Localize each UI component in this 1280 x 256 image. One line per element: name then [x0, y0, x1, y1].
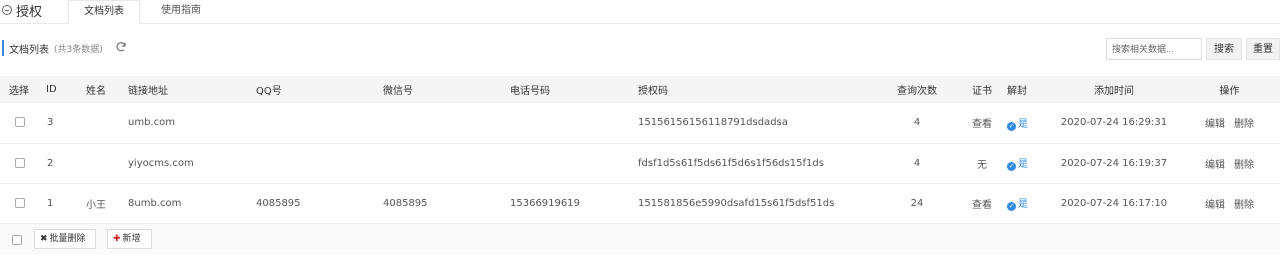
module-title-text: 授权: [16, 4, 43, 20]
panel-header: 文档列表 (共3条数据): [0, 38, 1280, 58]
edit-button[interactable]: 编辑: [1205, 160, 1225, 171]
authorization-table: 选择 ID 姓名 链接地址 QQ号 微信号 电话号码 授权码 查询次数 证书 解…: [0, 76, 1280, 224]
edit-button[interactable]: 编辑: [1205, 119, 1225, 130]
module-title: 授权: [2, 1, 43, 20]
col-auth-code: 授权码: [638, 76, 869, 103]
tab-document-list[interactable]: 文档列表: [68, 0, 140, 24]
col-unblock: 解封: [999, 76, 1049, 103]
batch-delete-label: 批量删除: [49, 234, 86, 244]
cell-name[interactable]: 小王: [86, 183, 128, 224]
top-bar: 授权 文档列表 使用指南: [0, 0, 1280, 24]
cell-id: 2: [40, 143, 86, 184]
cell-query-count: 24: [869, 183, 965, 224]
check-circle-icon: ✓: [1007, 121, 1016, 131]
cert-view-link[interactable]: 查看: [965, 183, 999, 224]
col-actions: 操作: [1179, 76, 1280, 103]
plus-icon: ✚: [113, 234, 121, 244]
cell-url: 8umb.com: [128, 183, 256, 224]
search-input[interactable]: [1106, 38, 1202, 60]
cell-wechat: [383, 103, 510, 144]
cell-qq: [256, 103, 383, 144]
search-button[interactable]: 搜索: [1206, 38, 1242, 60]
col-wechat: 微信号: [383, 76, 510, 103]
table-header-row: 选择 ID 姓名 链接地址 QQ号 微信号 电话号码 授权码 查询次数 证书 解…: [0, 76, 1280, 103]
panel-accent-bar: [2, 40, 4, 56]
cell-id: 3: [40, 103, 86, 144]
col-name: 姓名: [86, 76, 128, 103]
cell-name[interactable]: [86, 103, 128, 144]
select-all-checkbox[interactable]: [12, 235, 22, 245]
cell-url: yiyocms.com: [128, 143, 256, 184]
unblock-status: ✓ 是: [1007, 159, 1028, 171]
cert-none-text: 无: [965, 143, 999, 184]
col-qq: QQ号: [256, 76, 383, 103]
refresh-icon[interactable]: [115, 41, 127, 53]
col-url: 链接地址: [128, 76, 256, 103]
cell-wechat: [383, 143, 510, 184]
record-count: (共3条数据): [54, 45, 103, 55]
delete-button[interactable]: 删除: [1234, 160, 1254, 171]
batch-delete-button[interactable]: ✖ 批量删除: [34, 229, 96, 249]
cell-added-time: 2020-07-24 16:29:31: [1049, 103, 1179, 144]
cell-added-time: 2020-07-24 16:19:37: [1049, 143, 1179, 184]
col-select: 选择: [0, 76, 40, 103]
delete-button[interactable]: 删除: [1234, 119, 1254, 130]
unblock-status-text: 是: [1018, 118, 1028, 130]
col-added-time: 添加时间: [1049, 76, 1179, 103]
cell-phone: [510, 103, 638, 144]
add-new-label: 新增: [122, 234, 141, 244]
cell-query-count: 4: [869, 143, 965, 184]
cell-qq: [256, 143, 383, 184]
row-checkbox[interactable]: [15, 197, 25, 208]
table-row: 1 小王 8umb.com 4085895 4085895 1536691961…: [0, 183, 1280, 224]
cell-name[interactable]: [86, 143, 128, 184]
col-certificate: 证书: [965, 76, 999, 103]
cell-added-time: 2020-07-24 16:17:10: [1049, 183, 1179, 224]
close-icon: ✖: [40, 234, 48, 244]
col-phone: 电话号码: [510, 76, 638, 103]
cell-phone: [510, 143, 638, 184]
cell-url: umb.com: [128, 103, 256, 144]
row-checkbox[interactable]: [15, 157, 25, 168]
reset-button[interactable]: 重置: [1246, 38, 1280, 60]
col-query-count: 查询次数: [869, 76, 965, 103]
cell-auth-code: 15156156156118791dsdadsa: [638, 103, 869, 144]
table-row: 2 yiyocms.com fdsf1d5s61f5ds61f5d6s1f56d…: [0, 143, 1280, 184]
cell-auth-code: 151581856e5990dsafd15s61f5dsf51ds: [638, 183, 869, 224]
cell-wechat: 4085895: [383, 183, 510, 224]
cell-phone: 15366919619: [510, 183, 638, 224]
delete-button[interactable]: 删除: [1234, 200, 1254, 211]
edit-button[interactable]: 编辑: [1205, 200, 1225, 211]
minus-circle-icon[interactable]: [2, 5, 12, 15]
row-checkbox[interactable]: [15, 117, 25, 128]
cert-view-link[interactable]: 查看: [965, 103, 999, 144]
cell-query-count: 4: [869, 103, 965, 144]
cell-id: 1: [40, 183, 86, 224]
unblock-status: ✓ 是: [1007, 199, 1028, 211]
add-new-button[interactable]: ✚ 新增: [107, 229, 152, 249]
table-footer-bar: ✖ 批量删除 ✚ 新增: [0, 224, 1280, 254]
check-circle-icon: ✓: [1007, 202, 1016, 211]
unblock-status-text: 是: [1018, 159, 1028, 170]
check-circle-icon: ✓: [1007, 162, 1016, 171]
panel-title: 文档列表: [9, 45, 49, 56]
col-id: ID: [40, 76, 86, 103]
unblock-status-text: 是: [1018, 199, 1028, 210]
cell-auth-code: fdsf1d5s61f5ds61f5d6s1f56ds15f1ds: [638, 143, 869, 184]
cell-qq: 4085895: [256, 183, 383, 224]
table-row: 3 umb.com 15156156156118791dsdadsa 4 查看 …: [0, 103, 1280, 144]
unblock-status: ✓ 是: [1007, 118, 1028, 131]
tab-usage-guide[interactable]: 使用指南: [150, 0, 212, 24]
